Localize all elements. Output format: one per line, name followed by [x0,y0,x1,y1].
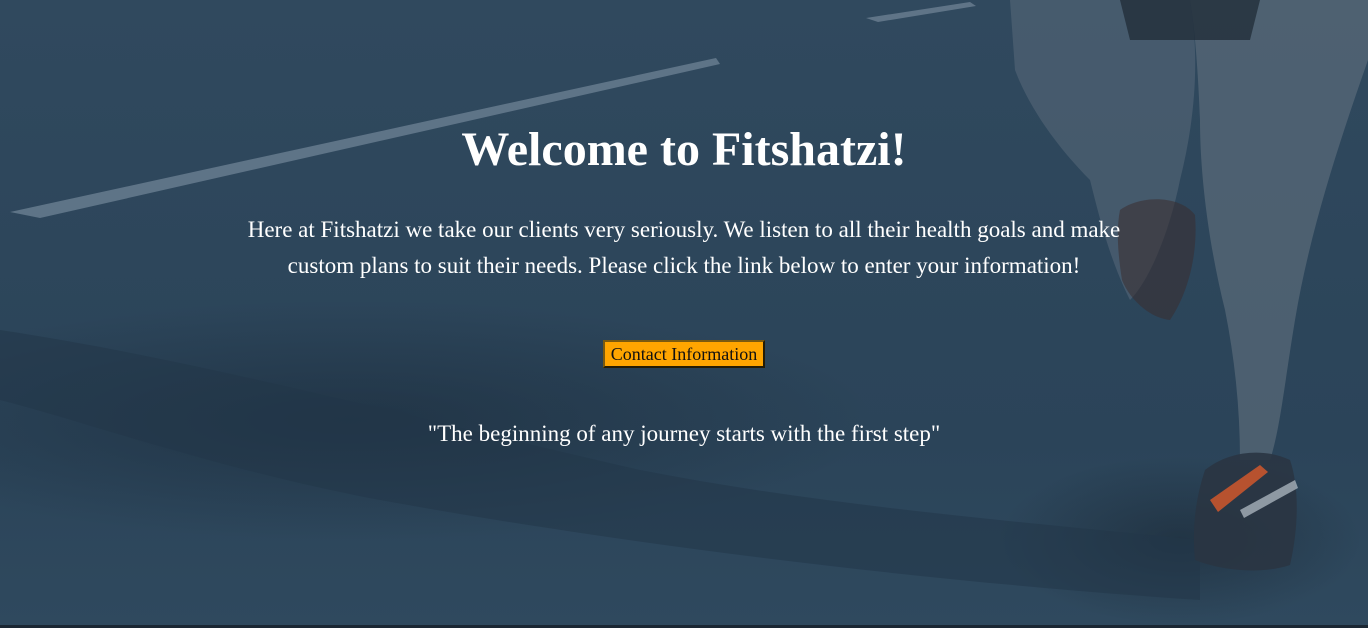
road-lane-marking [866,2,976,22]
page-title: Welcome to Fitshatzi! [461,123,907,176]
motivational-quote: "The beginning of any journey starts wit… [427,421,941,446]
intro-paragraph: Here at Fitshatzi we take our clients ve… [247,217,1121,278]
runner-shadow [0,330,1200,600]
hero-section: Welcome to Fitshatzi! Here at Fitshatzi … [0,0,1368,628]
runner-background-image [0,0,1368,600]
runner-shorts [1120,0,1260,40]
contact-information-button[interactable]: Contact Information [602,340,766,368]
cta-container: Contact Information [0,340,1368,368]
runner-leg-front [1190,0,1368,460]
